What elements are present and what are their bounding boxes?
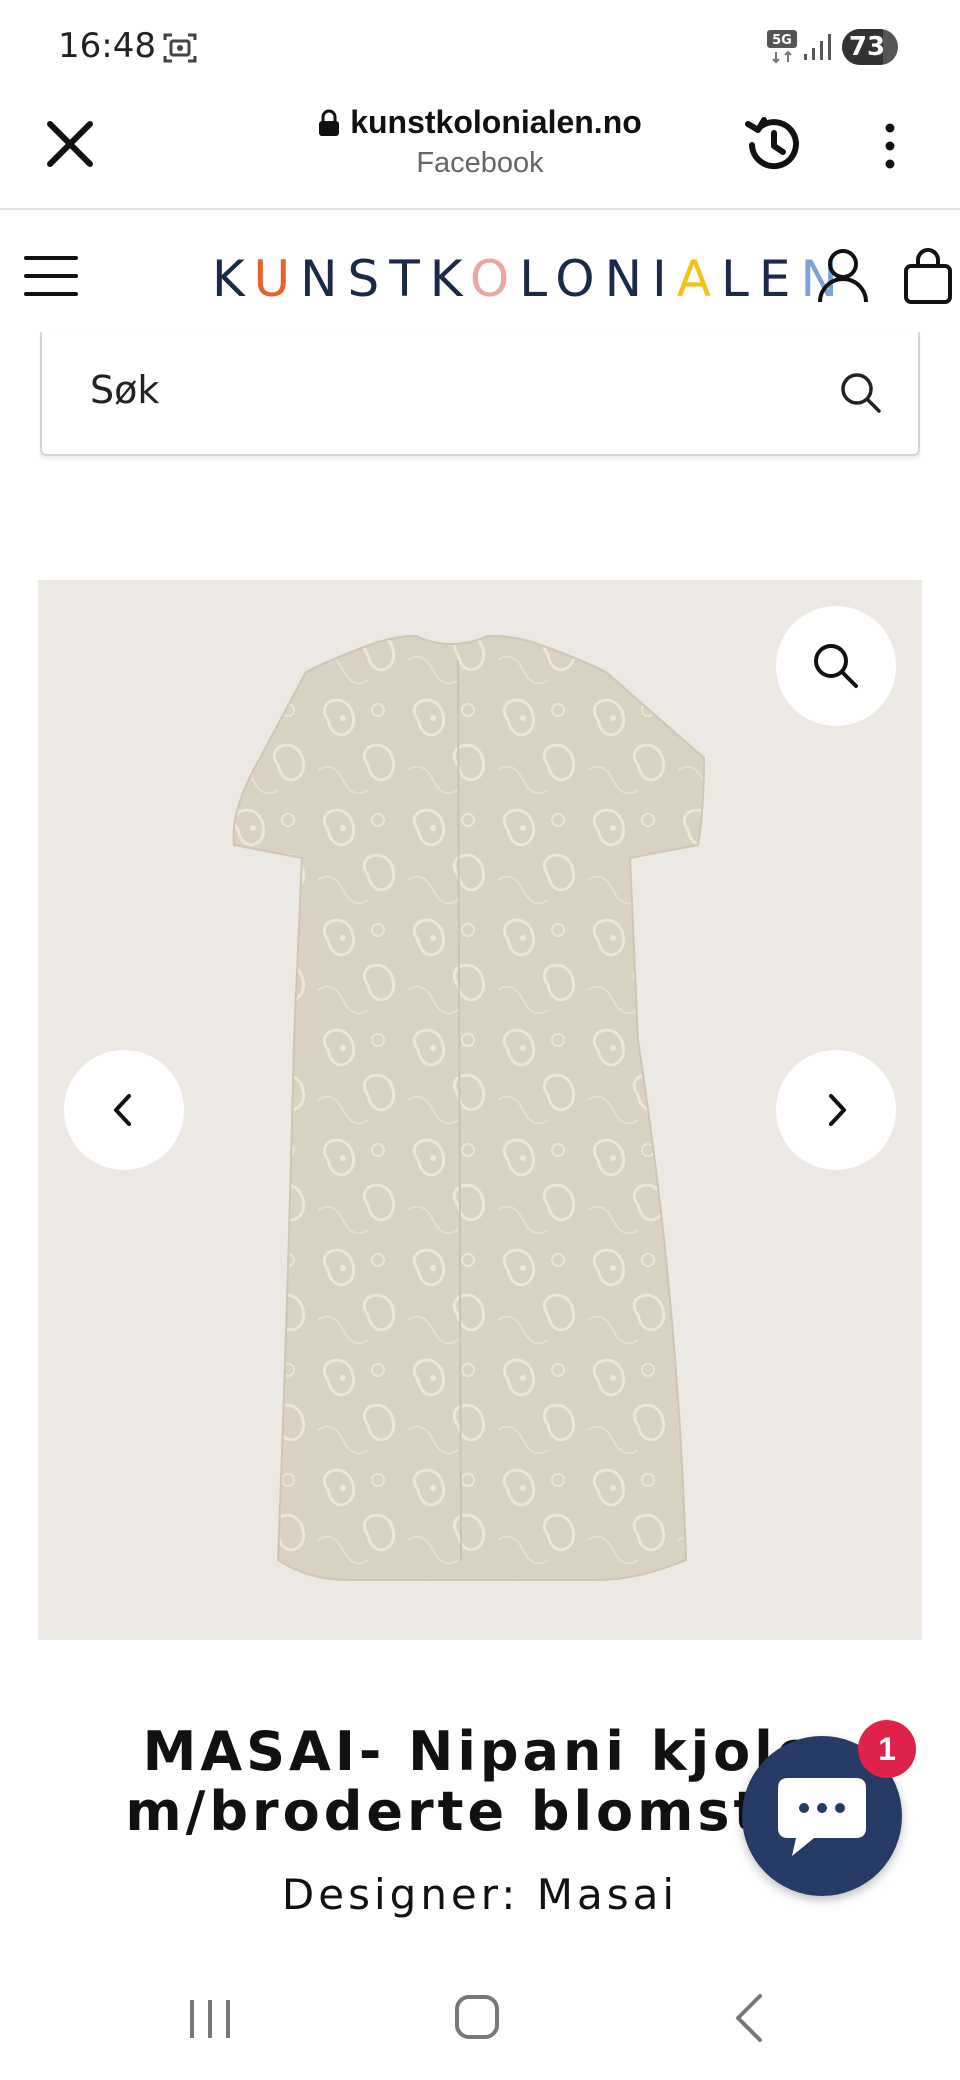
logo-letter: S bbox=[347, 250, 390, 308]
history-icon[interactable] bbox=[738, 110, 808, 180]
search-bar bbox=[40, 332, 920, 456]
status-bar: 16:48 5G 73 bbox=[0, 0, 960, 96]
zoom-button[interactable] bbox=[776, 606, 896, 726]
chat-bubble-icon bbox=[778, 1778, 866, 1856]
address-bar[interactable]: kunstkolonialen.no Facebook bbox=[240, 96, 720, 180]
logo-letter: A bbox=[676, 250, 721, 308]
screenshot-icon bbox=[163, 33, 197, 63]
next-image-button[interactable] bbox=[776, 1050, 896, 1170]
logo-letter: K bbox=[429, 250, 470, 308]
url-text: kunstkolonialen.no bbox=[350, 104, 642, 140]
site-header: KUNSTKOLONIALEN bbox=[0, 212, 960, 342]
svg-text:5G: 5G bbox=[772, 33, 792, 48]
search-input[interactable] bbox=[90, 360, 790, 420]
recent-apps-icon[interactable] bbox=[186, 1992, 234, 2046]
status-time: 16:48 bbox=[58, 26, 156, 66]
logo-letter: L bbox=[721, 250, 759, 308]
url-source: Facebook bbox=[416, 147, 544, 179]
signal-icon bbox=[804, 34, 831, 60]
browser-toolbar: kunstkolonialen.no Facebook bbox=[0, 96, 960, 210]
chevron-left-icon bbox=[114, 1094, 131, 1126]
logo-letter: I bbox=[652, 250, 677, 308]
logo-letter: N bbox=[300, 250, 348, 308]
user-icon[interactable] bbox=[816, 246, 870, 304]
search-icon[interactable] bbox=[836, 368, 886, 418]
logo-letter: N bbox=[604, 250, 653, 308]
network-5g-icon: 5G bbox=[767, 30, 797, 64]
battery-indicator: 73 bbox=[842, 29, 898, 65]
zoom-icon bbox=[814, 644, 858, 688]
logo-letter: K bbox=[212, 250, 254, 308]
logo-letter: E bbox=[758, 250, 801, 308]
system-navigation-bar bbox=[0, 1960, 960, 2080]
logo-letter: L bbox=[519, 250, 556, 308]
hamburger-menu-icon[interactable] bbox=[24, 254, 78, 298]
chat-notification-badge: 1 bbox=[858, 1720, 916, 1778]
back-icon[interactable] bbox=[728, 1988, 768, 2048]
product-designer: Designer: Masai bbox=[281, 1870, 679, 1919]
logo-letter: U bbox=[253, 250, 301, 308]
logo-letter: O bbox=[469, 250, 520, 308]
close-icon[interactable] bbox=[40, 114, 100, 174]
logo-letter: O bbox=[555, 250, 605, 308]
shopping-bag-icon[interactable] bbox=[902, 248, 954, 306]
product-image-gallery[interactable] bbox=[38, 580, 922, 1640]
more-vertical-icon[interactable] bbox=[872, 120, 908, 172]
battery-percent: 73 bbox=[848, 32, 886, 62]
site-logo[interactable]: KUNSTKOLONIALEN bbox=[212, 250, 848, 308]
logo-letter: T bbox=[389, 250, 430, 308]
lock-icon bbox=[319, 109, 340, 136]
chevron-right-icon bbox=[829, 1094, 846, 1126]
previous-image-button[interactable] bbox=[64, 1050, 184, 1170]
home-icon[interactable] bbox=[452, 1990, 502, 2044]
